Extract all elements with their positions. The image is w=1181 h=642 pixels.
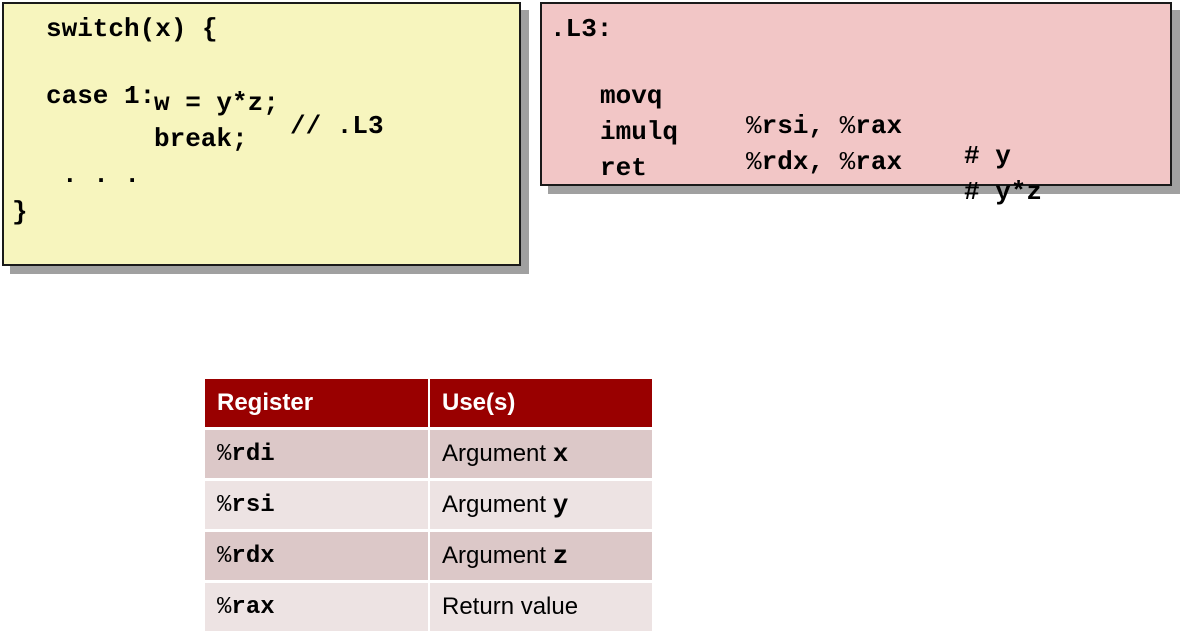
header-register: Register xyxy=(205,379,430,429)
c-code-line-close-brace: } xyxy=(12,197,28,227)
c-code-line-break: break; xyxy=(154,124,248,154)
table-row: %rdi Argument x xyxy=(205,427,652,480)
asm-code-box: .L3: movq %rsi, %rax # y imulq %rdx, %ra… xyxy=(540,2,1172,207)
c-code-line-assign: w = y*z; xyxy=(154,88,279,118)
use-text: Return value xyxy=(442,593,579,620)
asm-line-movq: movq %rsi, %rax # y xyxy=(600,51,1011,171)
use-text: Argument xyxy=(442,542,547,569)
use-arg: z xyxy=(552,541,569,571)
asm-comment: # y*z xyxy=(964,177,1043,207)
register-name: %rdi xyxy=(205,427,430,480)
asm-line-imulq: imulq %rdx, %rax # y*z xyxy=(600,87,1042,207)
asm-comment: # y xyxy=(964,141,1011,171)
register-name: %rdx xyxy=(205,529,430,582)
use-arg: y xyxy=(552,490,569,520)
c-code-line-case: case 1: // .L3 xyxy=(46,51,384,141)
c-code-case-label: case 1: xyxy=(46,81,156,111)
register-name: %rax xyxy=(205,580,430,631)
c-code-box: switch(x) { case 1: // .L3 w = y*z; brea… xyxy=(2,2,521,266)
register-use: Argument y xyxy=(429,478,652,531)
asm-op: ret xyxy=(600,153,647,183)
register-use: Argument z xyxy=(429,529,652,582)
register-use: Argument x xyxy=(429,427,652,480)
c-code-comment: // .L3 xyxy=(290,111,384,141)
register-table: Register Use(s) %rdi Argument x %rsi Arg… xyxy=(205,379,652,631)
asm-label: .L3: xyxy=(550,14,613,44)
table-row: %rdx Argument z xyxy=(205,529,652,582)
table-row: %rsi Argument y xyxy=(205,478,652,531)
c-code-line-switch: switch(x) { xyxy=(46,14,218,44)
register-name: %rsi xyxy=(205,478,430,531)
asm-args: %rsi, %rax xyxy=(746,111,903,141)
table-row: %rax Return value xyxy=(205,580,652,631)
c-code-line-ellipsis: . . . xyxy=(62,160,141,190)
use-text: Argument xyxy=(442,440,547,467)
register-use: Return value xyxy=(429,580,652,631)
header-uses: Use(s) xyxy=(429,379,652,429)
asm-line-ret: ret xyxy=(600,123,662,183)
use-arg: x xyxy=(552,439,569,469)
asm-args: %rdx, %rax xyxy=(746,147,903,177)
register-table-header: Register Use(s) xyxy=(205,379,652,429)
use-text: Argument xyxy=(442,491,547,518)
